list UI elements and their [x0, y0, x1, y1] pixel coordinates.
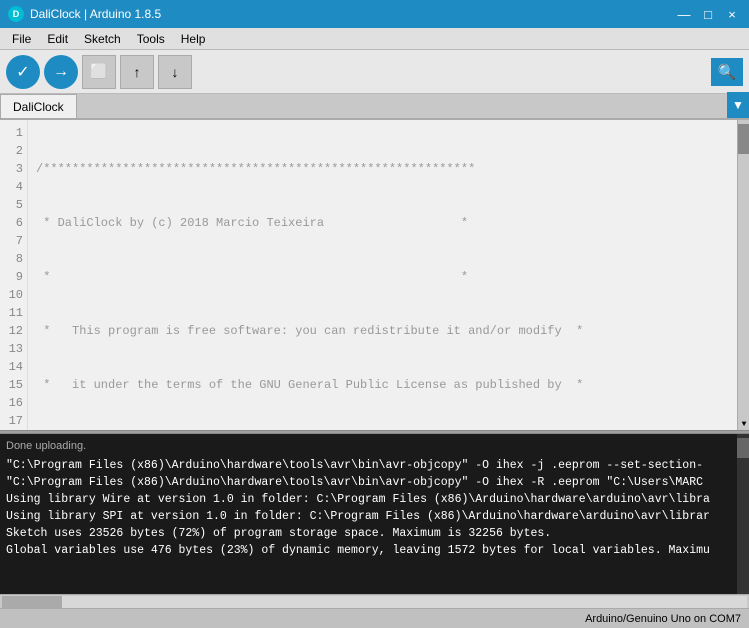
save-button[interactable]: ↓ — [158, 55, 192, 89]
console-line: "C:\Program Files (x86)\Arduino\hardware… — [6, 457, 743, 474]
tab-dropdown-button[interactable]: ▼ — [727, 92, 749, 118]
line-num: 6 — [6, 214, 23, 232]
menu-file[interactable]: File — [4, 30, 39, 48]
line-num: 13 — [6, 340, 23, 358]
console-header: Done uploading. — [6, 438, 743, 455]
menu-edit[interactable]: Edit — [39, 30, 76, 48]
status-text: Arduino/Genuino Uno on COM7 — [585, 613, 741, 625]
maximize-button[interactable]: □ — [699, 5, 717, 23]
minimize-button[interactable]: — — [675, 5, 693, 23]
line-num: 12 — [6, 322, 23, 340]
line-num: 16 — [6, 394, 23, 412]
new-button[interactable]: ⬜ — [82, 55, 116, 89]
menu-help[interactable]: Help — [173, 30, 214, 48]
line-num: 1 — [6, 124, 23, 142]
line-num: 10 — [6, 286, 23, 304]
scrollbar-thumb-horizontal[interactable] — [2, 596, 62, 608]
code-content[interactable]: /***************************************… — [28, 120, 737, 430]
line-num: 5 — [6, 196, 23, 214]
search-button[interactable]: 🔍 — [711, 58, 743, 86]
line-num: 3 — [6, 160, 23, 178]
line-num: 14 — [6, 358, 23, 376]
line-numbers: 1 2 3 4 5 6 7 8 9 10 11 12 13 14 15 16 1… — [0, 120, 28, 430]
line-num: 17 — [6, 412, 23, 430]
line-num: 2 — [6, 142, 23, 160]
upload-button[interactable]: → — [44, 55, 78, 89]
line-num: 7 — [6, 232, 23, 250]
menu-tools[interactable]: Tools — [129, 30, 173, 48]
console-line: Using library Wire at version 1.0 in fol… — [6, 491, 743, 508]
editor-scrollbar[interactable]: ▼ — [737, 120, 749, 430]
menu-sketch[interactable]: Sketch — [76, 30, 129, 48]
line-num: 4 — [6, 178, 23, 196]
tab-label: DaliClock — [13, 100, 64, 114]
window-title: DaliClock | Arduino 1.8.5 — [30, 7, 161, 21]
title-bar-left: D DaliClock | Arduino 1.8.5 — [8, 6, 161, 22]
editor: 1 2 3 4 5 6 7 8 9 10 11 12 13 14 15 16 1… — [0, 120, 749, 430]
verify-button[interactable]: ✓ — [6, 55, 40, 89]
horizontal-scrollbar[interactable] — [0, 594, 749, 608]
code-line: * it under the terms of the GNU General … — [36, 376, 729, 394]
close-button[interactable]: × — [723, 5, 741, 23]
line-num: 8 — [6, 250, 23, 268]
code-line: /***************************************… — [36, 160, 729, 178]
code-line: * DaliClock by (c) 2018 Marcio Teixeira … — [36, 214, 729, 232]
console-line: Sketch uses 23526 bytes (72%) of program… — [6, 525, 743, 542]
line-num: 15 — [6, 376, 23, 394]
active-tab[interactable]: DaliClock — [0, 94, 77, 118]
console-line: Global variables use 476 bytes (23%) of … — [6, 542, 743, 559]
toolbar: ✓ → ⬜ ↑ ↓ 🔍 — [0, 50, 749, 94]
code-line: * This program is free software: you can… — [36, 322, 729, 340]
line-num: 9 — [6, 268, 23, 286]
line-num: 11 — [6, 304, 23, 322]
console-scrollbar-thumb[interactable] — [737, 438, 749, 458]
open-button[interactable]: ↑ — [120, 55, 154, 89]
code-line: * * — [36, 268, 729, 286]
scrollbar-track[interactable] — [2, 596, 747, 608]
console-line: Using library SPI at version 1.0 in fold… — [6, 508, 743, 525]
title-bar-controls: — □ × — [675, 5, 741, 23]
console-scrollbar[interactable] — [737, 434, 749, 594]
console-line: "C:\Program Files (x86)\Arduino\hardware… — [6, 474, 743, 491]
status-bar: Arduino/Genuino Uno on COM7 — [0, 608, 749, 628]
app-icon: D — [8, 6, 24, 22]
scrollbar-thumb[interactable] — [738, 124, 749, 154]
scrollbar-down-arrow[interactable]: ▼ — [738, 418, 749, 430]
title-bar: D DaliClock | Arduino 1.8.5 — □ × — [0, 0, 749, 28]
console-output: Done uploading. "C:\Program Files (x86)\… — [0, 434, 749, 594]
menu-bar: File Edit Sketch Tools Help — [0, 28, 749, 50]
tab-bar: DaliClock ▼ — [0, 94, 749, 120]
